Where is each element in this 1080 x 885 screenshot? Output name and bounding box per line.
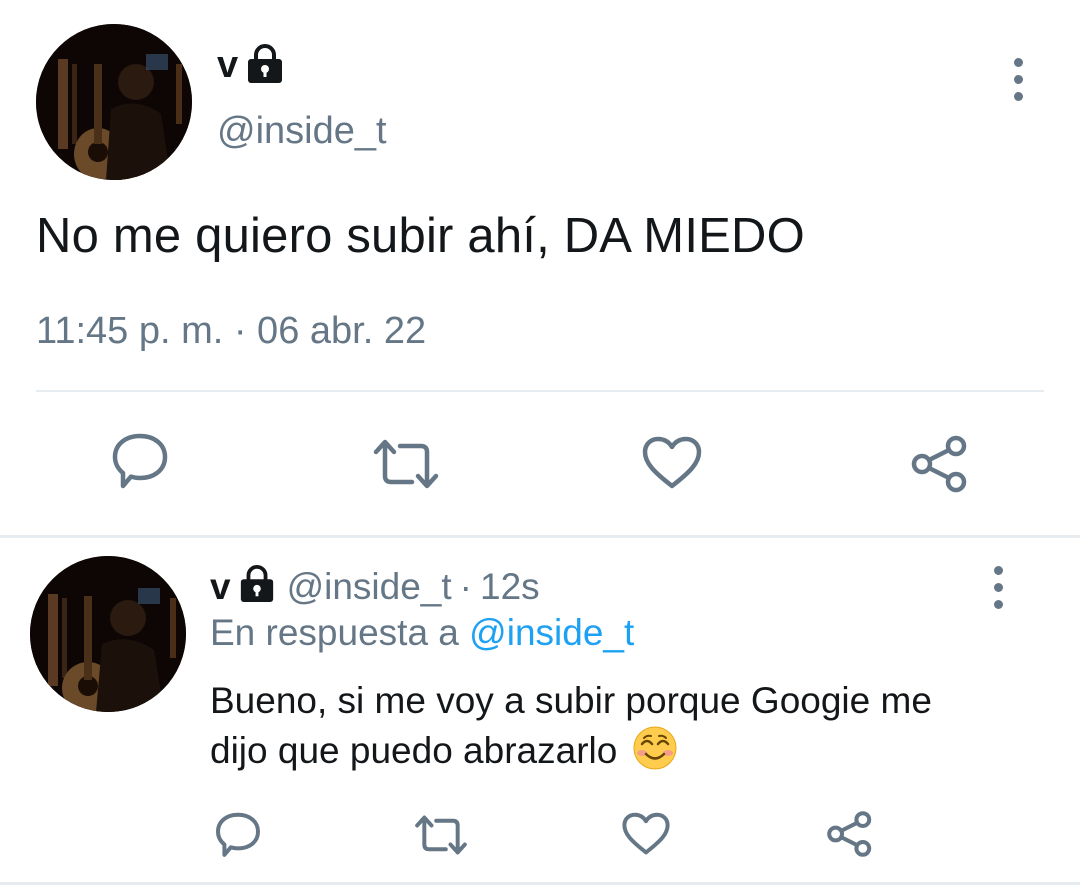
divider — [36, 390, 1044, 392]
reply-context: En respuesta a @inside_t — [210, 612, 634, 654]
reply-mention-link[interactable]: @inside_t — [469, 612, 634, 653]
author-name-row: v — [217, 40, 286, 90]
like-icon[interactable] — [642, 436, 702, 490]
author-handle[interactable]: @inside_t — [217, 110, 387, 153]
reply-prefix: En respuesta a — [210, 612, 459, 653]
more-options-icon[interactable] — [1010, 58, 1026, 101]
display-name[interactable]: v — [217, 44, 238, 87]
tweet-text: Bueno, si me voy a subir porque Googie m… — [210, 680, 932, 771]
lock-icon — [237, 564, 277, 611]
retweet-icon[interactable] — [414, 814, 468, 856]
like-icon[interactable] — [622, 812, 670, 856]
retweet-icon[interactable] — [372, 438, 440, 490]
smiling-face-emoji-icon — [632, 725, 678, 783]
display-name[interactable]: v — [210, 566, 231, 608]
tweet-text: No me quiero subir ahí, DA MIEDO — [36, 209, 805, 263]
reply-icon[interactable] — [110, 430, 170, 490]
avatar-image — [36, 24, 192, 180]
reply-tweet-text: Bueno, si me voy a subir porque Googie m… — [210, 677, 990, 783]
author-handle[interactable]: @inside_t — [287, 566, 452, 608]
separator: · — [459, 566, 472, 607]
lock-icon — [244, 43, 286, 88]
tweet-relative-time[interactable]: 12s — [480, 566, 540, 608]
avatar[interactable] — [36, 24, 192, 180]
share-icon[interactable] — [910, 434, 970, 494]
main-tweet: v @inside_t No me quiero subir ahí, DA M… — [0, 0, 1080, 535]
share-icon[interactable] — [826, 810, 874, 858]
divider — [0, 535, 1080, 538]
tweet-timestamp[interactable]: 11:45 p. m. · 06 abr. 22 — [36, 310, 426, 353]
reply-icon[interactable] — [214, 810, 262, 858]
avatar-image — [30, 556, 186, 712]
more-options-icon[interactable] — [990, 566, 1006, 609]
reply-author-row: v @inside_t · 12s — [210, 562, 540, 612]
avatar[interactable] — [30, 556, 186, 712]
